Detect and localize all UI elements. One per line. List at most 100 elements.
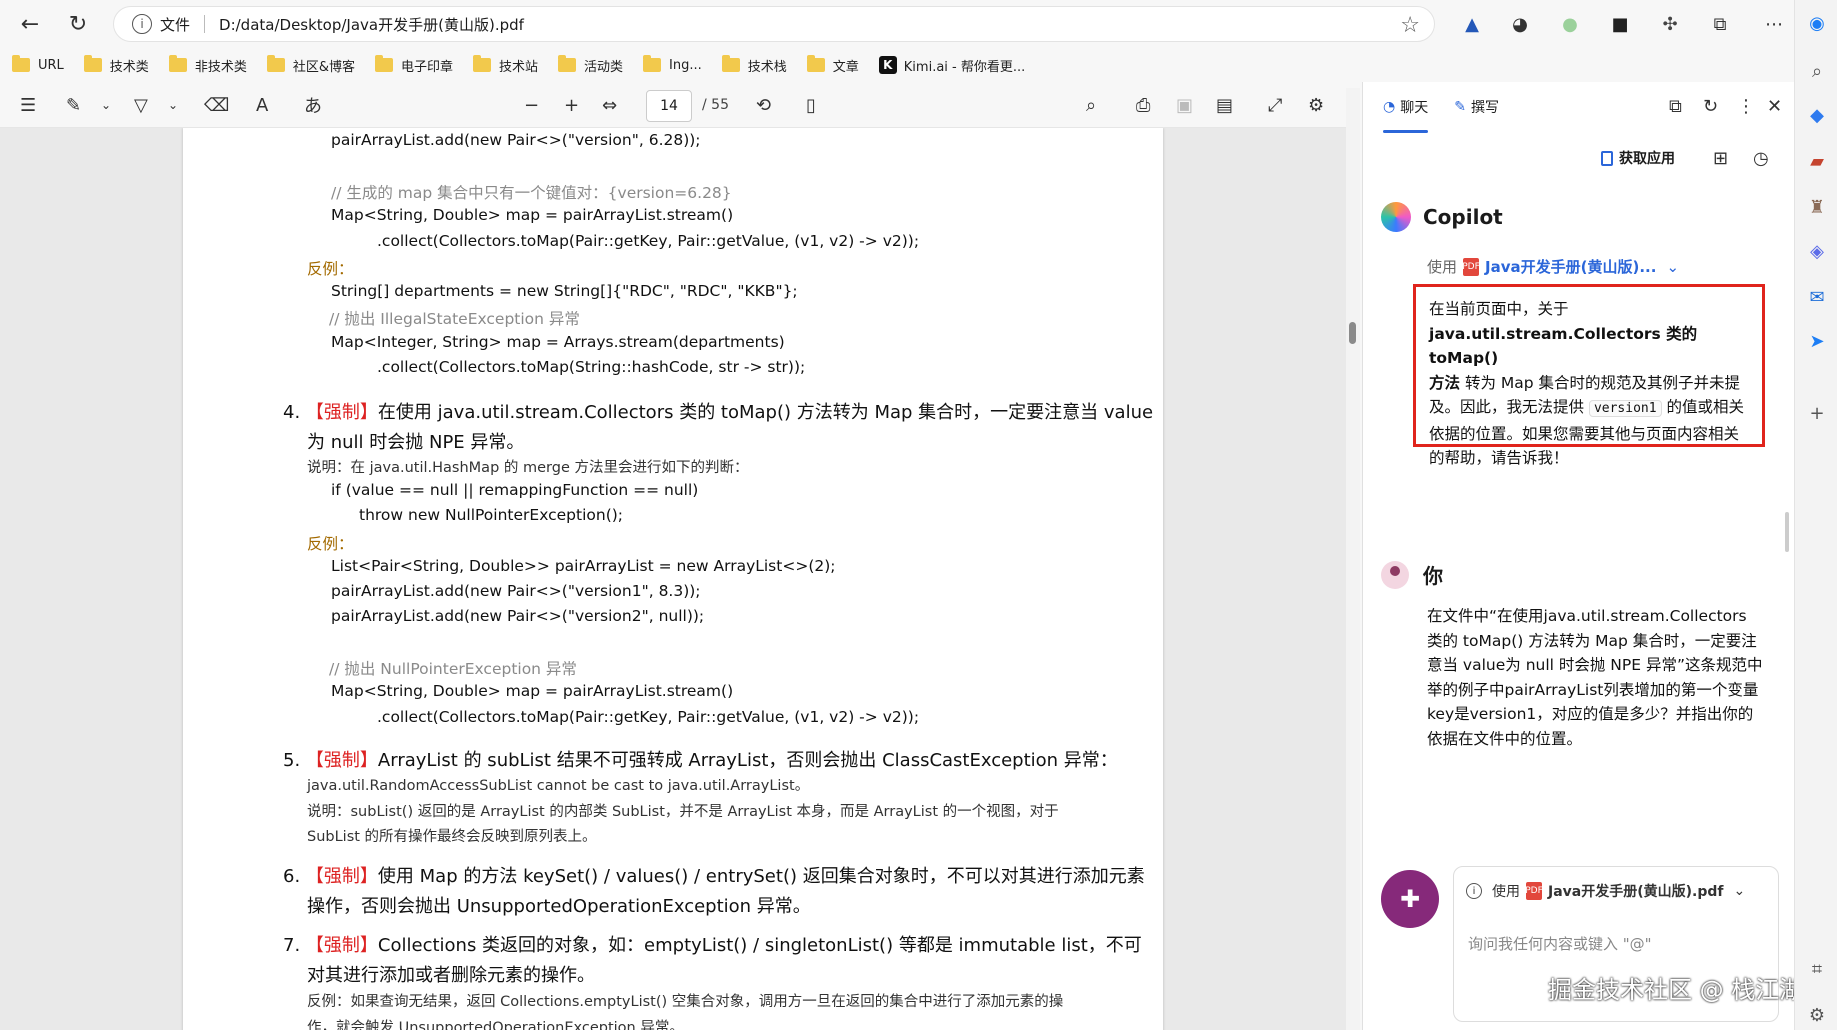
rule-5-line: java.util.RandomAccessSubList cannot be … [307,778,810,794]
input-using-document[interactable]: i 使用 PDF Java开发手册(黄山版).pdf ⌄ [1466,881,1745,901]
pdf-toolbar: ☰ ✎ ⌄ ▽ ⌄ ⌫ A あ − + ⇔ 14 / 55 ⟲ ▯ ⌕ ⎙ ▣ … [0,82,1360,128]
pdf-icon: PDF [1525,882,1543,900]
address-bar[interactable]: i 文件 D:/data/Desktop/Java开发手册(黄山版).pdf ☆ [113,6,1435,42]
bookmark-tech[interactable]: 技术类 [83,55,149,75]
code-line: if (value == null || remappingFunction =… [331,481,699,499]
puzzle-icon[interactable]: ✣ [1654,8,1686,40]
pdf-scrollbar[interactable] [1346,88,1360,1030]
code-line: List<Pair<String, Double>> pairArrayList… [331,557,836,575]
rule-5-note-cont: SubList 的所有操作最终会反映到原列表上。 [307,829,597,845]
bookmark-events[interactable]: 活动类 [558,55,623,75]
refresh-icon[interactable]: ↻ [1703,96,1718,117]
code-line: Map<Integer, String> map = Arrays.stream… [331,333,785,351]
search-icon[interactable]: ⌕ [1806,60,1828,82]
edge-sidebar-rail: ◉ ⌕ ◆ ▰ ♜ ◈ ✉ ➤ + ⌗ ⚙ [1794,0,1837,1030]
refresh-icon[interactable]: ↻ [58,4,98,44]
bookmark-seal[interactable]: 电子印章 [374,55,453,75]
page-number-input[interactable]: 14 [646,90,692,122]
avatar [1381,560,1409,589]
history-icon[interactable]: ◷ [1753,148,1769,169]
games-icon[interactable]: ♜ [1806,196,1828,218]
bookmark-kimi[interactable]: K Kimi.ai - 帮你看更... [878,56,1025,75]
pdf-viewer[interactable]: pairArrayList.add(new Pair<>("version", … [0,128,1360,1030]
new-chat-icon: ✚ [1399,885,1421,913]
office-icon[interactable]: ◈ [1806,240,1828,262]
code-line: Map<String, Double> map = pairArrayList.… [331,682,734,700]
translate-icon[interactable]: あ [304,92,322,118]
zoom-in-icon[interactable]: + [564,92,579,118]
code-line: Map<String, Double> map = pairArrayList.… [331,206,734,224]
compose-icon: ✎ [1454,99,1466,115]
copilot-icon[interactable]: ◉ [1806,12,1828,34]
close-icon[interactable]: ✕ [1767,96,1782,117]
screenshot-icon[interactable]: ⌗ [1806,958,1828,980]
contents-icon[interactable]: ☰ [20,92,36,118]
read-aloud-icon[interactable]: A [256,92,268,118]
rule-7-cont: 对其进行添加或者删除元素的操作。 [307,965,595,986]
folder-icon [12,55,30,72]
draw-icon[interactable]: ▽ [134,92,148,118]
info-icon[interactable]: i [132,14,152,34]
settings-icon[interactable]: ⚙ [1308,92,1324,118]
fit-width-icon[interactable]: ⇔ [602,92,617,118]
fullscreen-icon[interactable]: ⤢ [1268,92,1282,118]
chat-input-placeholder[interactable]: 询问我任何内容或键入 "@" [1468,933,1652,954]
copilot-logo-icon [1381,202,1411,232]
print-icon[interactable]: ⎙ [1136,92,1150,118]
save-icon[interactable]: ▣ [1176,92,1193,118]
bookmark-url[interactable]: URL [12,55,64,73]
back-icon[interactable]: ← [10,4,50,44]
chevron-down-icon[interactable]: ⌄ [101,92,111,118]
add-icon[interactable]: + [1806,402,1828,424]
tag-icon[interactable]: ◆ [1806,104,1828,126]
more-icon[interactable]: ⋯ [1758,8,1790,40]
copilot-header: Copilot [1381,202,1503,232]
extension-icon-3[interactable]: ● [1554,8,1586,40]
eraser-icon[interactable]: ⌫ [204,92,229,118]
more-icon[interactable]: ⋮ [1737,96,1755,117]
extension-icon-4[interactable]: ■ [1604,8,1636,40]
new-chat-button[interactable]: ✚ [1381,870,1439,928]
tab-chat[interactable]: ◔ 聊天 [1377,91,1434,133]
tab-compose[interactable]: ✎ 撰写 [1448,91,1505,123]
rule-4-note: 说明：在 java.util.HashMap 的 merge 方法里会进行如下的… [307,460,749,476]
bookmark-nontech[interactable]: 非技术类 [168,55,247,75]
get-app-button[interactable]: 获取应用 [1601,148,1675,168]
favorite-star-icon[interactable]: ☆ [1400,13,1420,38]
extension-icon-1[interactable]: ▲ [1456,8,1488,40]
code-line: .collect(Collectors.toMap(Pair::getKey, … [377,708,920,726]
chevron-down-icon[interactable]: ⌄ [168,92,178,118]
highlight-icon[interactable]: ✎ [66,92,81,118]
zoom-out-icon[interactable]: − [524,92,539,118]
tools-icon[interactable]: ▰ [1806,150,1828,172]
code-comment: // 抛出 NullPointerException 异常 [329,660,577,678]
pdf-scroll-thumb[interactable] [1349,322,1356,344]
user-header: 你 [1381,560,1443,589]
collections-icon[interactable]: ⧉ [1704,8,1736,40]
extension-icon-2[interactable]: ◕ [1504,8,1536,40]
bookmark-community[interactable]: 社区&博客 [266,55,355,75]
sidebar-scrollbar[interactable] [1785,512,1789,552]
rule-7: 7. 【强制】Collections 类返回的对象，如：emptyList() … [283,935,1142,956]
chat-icon: ◔ [1383,99,1396,115]
search-icon[interactable]: ⌕ [1086,92,1096,118]
copilot-answer: 在当前页面中，关于 java.util.stream.Collectors 类的… [1413,284,1765,467]
rotate-icon[interactable]: ⟲ [756,92,771,118]
code-line: .collect(Collectors.toMap(Pair::getKey, … [377,232,920,250]
outlook-icon[interactable]: ✉ [1806,286,1828,308]
send-icon[interactable]: ➤ [1806,330,1828,352]
folder-icon [83,55,102,72]
bookmark-ing[interactable]: Ing... [643,55,702,73]
bookmark-techsite[interactable]: 技术站 [472,55,538,75]
settings-icon[interactable]: ⚙ [1806,1004,1828,1026]
open-new-window-icon[interactable]: ⧉ [1669,96,1682,117]
bookmark-articles[interactable]: 文章 [806,55,859,75]
using-document[interactable]: 使用 PDF Java开发手册(黄山版)... ⌄ [1427,256,1679,277]
bookmark-techstack[interactable]: 技术栈 [721,55,787,75]
save-as-icon[interactable]: ▤ [1216,92,1233,118]
code-line: throw new NullPointerException(); [359,506,624,524]
page-view-icon[interactable]: ▯ [806,92,816,118]
rule-6: 6. 【强制】使用 Map 的方法 keySet() / values() / … [283,866,1145,887]
info-icon: i [1466,883,1482,899]
apps-icon[interactable]: ⊞ [1713,148,1728,169]
